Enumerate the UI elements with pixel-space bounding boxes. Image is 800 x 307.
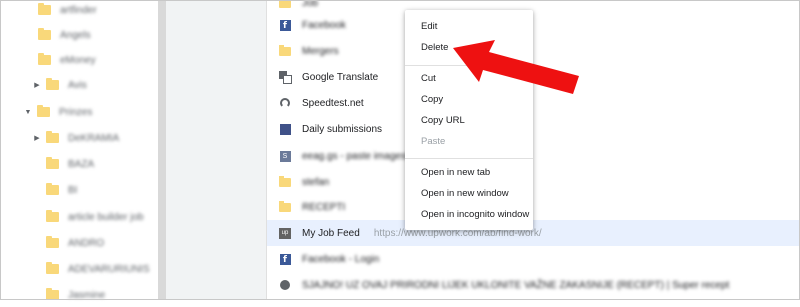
folder-tree: artfinder Angels eMoney ▶ Avis ▼ Prinzes…	[0, 0, 158, 301]
folder-icon	[46, 131, 59, 143]
globe-icon	[279, 279, 291, 291]
collapse-arrow-icon[interactable]: ▼	[24, 109, 32, 116]
facebook-icon: f	[279, 253, 291, 265]
tree-item[interactable]: artfinder	[38, 0, 97, 22]
tree-item-label: article builder job	[68, 211, 144, 223]
expand-arrow-icon[interactable]: ▶	[34, 81, 40, 89]
folder-icon	[46, 288, 59, 300]
google-translate-icon	[279, 71, 292, 84]
speedtest-icon	[279, 97, 291, 109]
tree-item[interactable]: ▶ DeKRAMIA	[34, 126, 119, 150]
bookmark-row[interactable]: f Facebook - Login	[267, 246, 800, 272]
tree-item[interactable]: Angels	[38, 23, 91, 47]
upwork-icon: up	[279, 227, 291, 239]
tree-item[interactable]: ADEVARURIUNIS	[46, 257, 150, 281]
tree-item[interactable]: eMoney	[38, 48, 96, 72]
tree-item-label: Jasmine	[68, 289, 106, 301]
tree-item-label: DeKRAMIA	[68, 132, 120, 144]
tree-item-label: Avis	[68, 79, 87, 91]
bookmark-row-selected[interactable]: up My Job Feed https://www.upwork.com/ab…	[267, 220, 800, 246]
tree-item[interactable]: article builder job	[46, 205, 144, 229]
bookmark-title: Job	[302, 0, 319, 9]
bookmark-title: RECEPTI	[302, 201, 346, 213]
tree-item-label: Angels	[60, 29, 91, 41]
bookmark-title: Mergers	[302, 45, 339, 57]
folder-icon	[37, 105, 50, 117]
folder-icon	[38, 28, 51, 40]
tree-item-label: Prinzes	[59, 106, 93, 118]
sidebar-scrollbar[interactable]	[158, 0, 166, 300]
tree-item[interactable]: ANDRO	[46, 231, 104, 255]
folder-icon	[46, 183, 59, 195]
content-gutter	[166, 0, 267, 300]
s-icon: S	[279, 150, 291, 162]
tree-item[interactable]: BI	[46, 178, 77, 202]
folder-icon	[46, 78, 59, 90]
tree-item-label: eMoney	[60, 54, 96, 66]
bookmark-row[interactable]: RECEPTI	[267, 194, 800, 220]
folder-icon	[46, 236, 59, 248]
menu-item-open-incognito[interactable]: Open in incognito window	[405, 205, 533, 225]
folder-icon	[279, 44, 291, 57]
bookmark-title: SJAJNO! UZ OVAJ PRIRODNI LIJEK UKLONITE …	[302, 279, 730, 291]
bookmark-row[interactable]: SJAJNO! UZ OVAJ PRIRODNI LIJEK UKLONITE …	[267, 272, 800, 298]
tree-item-label: ADEVARURIUNIS	[68, 263, 150, 275]
tree-item-label: artfinder	[60, 4, 97, 16]
tree-item[interactable]: ▶ Avis	[34, 73, 87, 97]
tree-item[interactable]: ▼ Prinzes	[24, 100, 92, 124]
bookmark-row[interactable]: S eeag.gs - paste images!	[267, 143, 800, 169]
bookmark-title: stefan	[302, 176, 330, 188]
bookmark-title: My Job Feed	[302, 227, 360, 239]
folder-icon	[38, 3, 51, 15]
expand-arrow-icon[interactable]: ▶	[34, 134, 40, 142]
tree-item-label: BI	[68, 184, 78, 196]
tree-item-label: BAZA	[68, 158, 95, 170]
bookmark-title: Facebook - Login	[302, 253, 380, 265]
folder-icon	[279, 200, 291, 213]
facebook-icon: f	[279, 19, 291, 31]
folder-icon	[279, 175, 291, 188]
menu-item-open-new-tab[interactable]: Open in new tab	[405, 163, 533, 183]
annotation-arrow-icon	[453, 40, 579, 94]
sheet-icon	[279, 123, 291, 135]
folder-icon	[46, 262, 59, 274]
menu-separator	[405, 158, 533, 159]
bookmark-row[interactable]: stefan	[267, 169, 800, 195]
bookmark-title: Google Translate	[302, 71, 379, 83]
folder-icon	[279, 0, 291, 9]
folder-icon	[38, 53, 51, 65]
folder-icon	[46, 210, 59, 222]
menu-item-paste[interactable]: Paste	[405, 132, 533, 152]
menu-item-open-new-window[interactable]: Open in new window	[405, 184, 533, 204]
tree-item-label: ANDRO	[68, 237, 105, 249]
tree-item[interactable]: BAZA	[46, 152, 94, 176]
bookmark-title: Daily submissions	[302, 123, 383, 135]
folder-icon	[46, 157, 59, 169]
bookmark-row[interactable]: Daily submissions	[267, 116, 800, 142]
tree-item[interactable]: Jasmine	[46, 283, 105, 307]
bookmark-title: eeag.gs - paste images!	[302, 150, 409, 162]
bookmark-title: Speedtest.net	[302, 97, 364, 109]
bookmark-title: Facebook	[302, 19, 346, 31]
menu-item-copy-url[interactable]: Copy URL	[405, 111, 533, 131]
